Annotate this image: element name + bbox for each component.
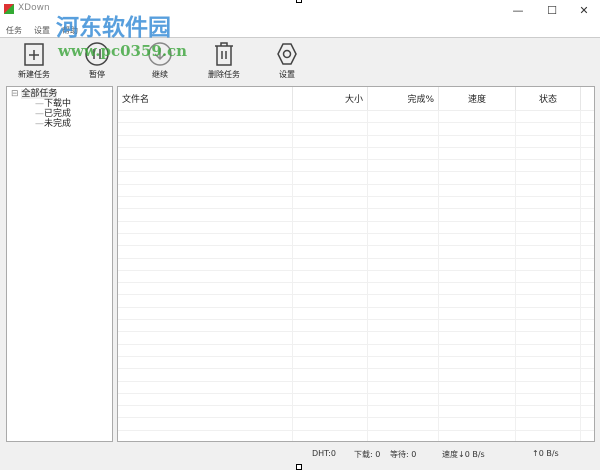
empty-row	[118, 147, 594, 161]
tree-item-label: 下载中	[44, 99, 72, 109]
new-task-button[interactable]: 新建任务	[9, 41, 59, 80]
list-header: 文件名 大小 完成% 速度 状态	[118, 87, 594, 111]
settings-button[interactable]: 设置	[262, 41, 312, 80]
maximize-button[interactable]: ☐	[542, 4, 562, 17]
empty-row	[118, 221, 594, 234]
empty-row	[118, 369, 594, 382]
delete-task-button[interactable]: 删除任务	[199, 41, 249, 80]
empty-row	[118, 246, 594, 259]
empty-row	[118, 381, 594, 394]
menu-settings[interactable]: 设置	[28, 24, 56, 38]
status-waiting: 等待: 0	[390, 450, 417, 459]
empty-row	[118, 233, 594, 247]
tree-item-incomplete[interactable]: —未完成	[11, 119, 108, 129]
tree-root-all-tasks[interactable]: ⊟ 全部任务	[11, 89, 108, 99]
empty-row	[118, 406, 594, 419]
watermark-url: www.pc0359.cn	[58, 42, 188, 60]
status-up-speed: ↑0 B/s	[532, 449, 559, 458]
task-list: 文件名 大小 完成% 速度 状态	[117, 86, 595, 442]
pause-label: 暂停	[89, 70, 105, 79]
empty-row	[118, 135, 594, 148]
tree-item-completed[interactable]: —已完成	[11, 109, 108, 119]
resize-handle	[296, 464, 302, 470]
tree-item-label: 未完成	[44, 119, 72, 129]
empty-row	[118, 258, 594, 271]
empty-row	[118, 123, 594, 136]
window-title: XDown	[18, 3, 50, 13]
menu-task[interactable]: 任务	[0, 24, 28, 38]
status-dht: DHT:0	[312, 449, 336, 458]
app-icon	[4, 4, 14, 14]
tree-root-label: 全部任务	[21, 89, 58, 99]
empty-row	[118, 344, 594, 357]
delete-task-label: 删除任务	[208, 70, 240, 79]
column-speed[interactable]: 速度	[439, 87, 516, 110]
status-downloading: 下载: 0	[354, 450, 381, 459]
settings-label: 设置	[279, 70, 295, 79]
empty-row	[118, 160, 594, 173]
empty-row	[118, 332, 594, 345]
empty-row	[118, 320, 594, 333]
empty-row	[118, 197, 594, 210]
column-progress[interactable]: 完成%	[368, 87, 439, 110]
new-task-label: 新建任务	[18, 70, 50, 79]
empty-row	[118, 356, 594, 370]
column-status[interactable]: 状态	[516, 87, 581, 110]
empty-row	[118, 307, 594, 321]
new-task-icon	[24, 43, 44, 66]
status-down-speed: 速度↓0 B/s	[442, 450, 485, 459]
column-size[interactable]: 大小	[293, 87, 368, 110]
watermark-name: 河东软件园	[56, 15, 171, 41]
column-filename[interactable]: 文件名	[118, 87, 293, 110]
tree-item-label: 已完成	[44, 109, 72, 119]
empty-row	[118, 295, 594, 308]
empty-row	[118, 111, 594, 124]
empty-row	[118, 418, 594, 431]
close-button[interactable]: ✕	[574, 4, 594, 17]
resume-label: 继续	[152, 70, 168, 79]
empty-row	[118, 283, 594, 296]
delete-icon	[215, 42, 233, 66]
collapse-icon[interactable]: ⊟	[11, 89, 19, 99]
empty-row	[118, 184, 594, 198]
task-tree: ⊟ 全部任务 —下载中 —已完成 —未完成	[6, 86, 113, 442]
empty-row	[118, 430, 594, 441]
resize-handle	[296, 0, 302, 3]
empty-row	[118, 172, 594, 185]
empty-row	[118, 270, 594, 284]
minimize-button[interactable]: —	[508, 4, 528, 17]
tree-item-downloading[interactable]: —下载中	[11, 99, 108, 109]
gear-icon	[277, 43, 297, 65]
empty-row	[118, 209, 594, 222]
empty-row	[118, 393, 594, 407]
